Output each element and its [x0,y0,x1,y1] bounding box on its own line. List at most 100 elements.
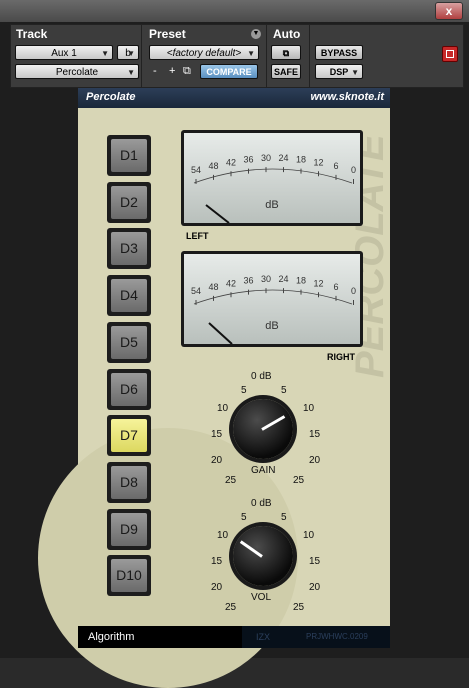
meter-tick-label: 36 [243,276,253,286]
algorithm-label: Algorithm [78,626,242,648]
footer-code: PRJWHWC.0209 [306,632,368,641]
plugin-name: Percolate [86,91,136,103]
preset-menu-icon[interactable]: ▼ [251,29,261,39]
delay-button-d7[interactable]: D7 [107,415,151,457]
delay-button-label: D4 [111,279,147,313]
track-select[interactable]: Aux 1 ▼ [15,45,113,60]
close-button[interactable]: x [435,2,463,20]
vol-scale-label: 20 [211,582,223,593]
gain-scale-label: 15 [309,429,321,440]
delay-button-d3[interactable]: D3 [107,228,151,270]
chevron-down-icon: ▼ [351,68,359,77]
delay-button-label: D6 [111,372,147,406]
delay-button-d2[interactable]: D2 [107,181,151,223]
plugin-topbar: Percolate www.sknote.it [78,88,390,108]
delay-button-d4[interactable]: D4 [107,275,151,317]
track-variant-select[interactable]: b ▼ [117,45,139,60]
divider [141,25,142,87]
vol-scale-label: 15 [309,556,321,567]
meter-tick-label: 24 [278,153,288,163]
delay-button-label: D10 [111,559,147,593]
meter-tick-label: 6 [333,282,338,292]
plugin-url: www.sknote.it [310,91,384,103]
left-meter-scale: 54 48 42 36 30 24 18 12 6 0 dB [191,153,356,224]
gain-knob-pointer [261,415,286,431]
chevron-down-icon: ▼ [127,68,135,77]
record-icon[interactable] [442,46,458,62]
plugin-select[interactable]: Percolate ▼ [15,64,139,79]
meter-face: 54 48 42 36 30 24 18 12 6 0 dB [184,133,360,224]
meter-tick-label: 48 [208,282,218,292]
track-select-value: Aux 1 [51,48,77,59]
gain-scale-label: 10 [217,403,229,414]
delay-button-d9[interactable]: D9 [107,508,151,550]
delay-button-label: D5 [111,325,147,359]
delay-button-label: D2 [111,185,147,219]
preset-label: Preset [149,27,186,41]
delay-button-d10[interactable]: D10 [107,555,151,597]
meter-tick-label: 12 [313,157,323,167]
right-meter-unit: dB [265,320,278,332]
delay-button-label: D1 [111,139,147,172]
copy-icon[interactable]: ⧉ [183,65,191,78]
gain-knob-section: 0 dB 5 10 15 20 25 5 10 15 20 25 GAIN [193,371,333,491]
safe-button[interactable]: SAFE [271,64,301,79]
plugin-select-value: Percolate [55,67,99,78]
vol-scale-label: 5 [241,512,247,523]
preset-select-value: <factory default> [166,48,242,59]
auto-label: Auto [273,27,301,41]
gain-scale-label: 25 [225,475,237,486]
preset-select[interactable]: <factory default> ▼ [149,45,259,60]
delay-button-label: D8 [111,465,147,499]
plugin-header: Track Preset Auto ▼ Aux 1 ▼ b ▼ Percolate ▼… [10,24,464,88]
delay-button-d5[interactable]: D5 [107,321,151,363]
preset-prev-button[interactable]: - [153,65,157,77]
gain-scale-label: 20 [309,455,321,466]
vol-scale-top: 0 dB [251,498,272,509]
right-meter: 54 48 42 36 30 24 18 12 6 0 dB [181,251,363,347]
auto-window-icon[interactable]: ⧉ [271,45,301,60]
delay-button-d6[interactable]: D6 [107,368,151,410]
right-label: RIGHT [327,352,355,362]
meter-tick-label: 54 [191,286,201,296]
gain-knob[interactable] [233,399,293,459]
meter-tick-label: 0 [351,286,356,296]
gain-scale-label: 10 [303,403,315,414]
left-meter-unit: dB [265,199,278,211]
meter-tick-label: 24 [278,274,288,284]
meter-tick-label: 18 [296,276,306,286]
gain-scale-label: 25 [293,475,305,486]
meter-face: 54 48 42 36 30 24 18 12 6 0 dB [184,254,360,345]
plugin-window: x Track Preset Auto ▼ Aux 1 ▼ b ▼ Percolat… [0,0,469,688]
gain-scale-label: 15 [211,429,223,440]
bypass-button[interactable]: BYPASS [315,45,363,60]
vol-knob-pointer [239,540,263,558]
gain-scale-label: 5 [281,385,287,396]
delay-button-d1[interactable]: D1 [107,135,151,176]
delay-button-label: D7 [111,419,147,453]
left-needle [205,204,230,224]
meter-tick-label: 30 [261,274,271,284]
chevron-down-icon: ▼ [101,49,109,58]
gain-scale-label: 20 [211,455,223,466]
divider [266,25,267,87]
meter-tick-label: 48 [208,161,218,171]
meter-tick-label: 18 [296,155,306,165]
preset-next-button[interactable]: + [169,65,175,77]
meter-tick-label: 54 [191,165,201,175]
left-meter: 54 48 42 36 30 24 18 12 6 0 dB [181,130,363,226]
meter-tick-label: 12 [313,278,323,288]
right-meter-scale: 54 48 42 36 30 24 18 12 6 0 dB [191,274,356,345]
vol-scale-label: 25 [225,602,237,613]
footer-text: IZX [256,632,271,642]
compare-button[interactable]: COMPARE [200,64,258,79]
meter-tick-label: 0 [351,165,356,175]
left-label: LEFT [186,231,209,241]
vol-knob[interactable] [233,526,293,586]
meter-tick-label: 36 [243,155,253,165]
plugin-panel: PERCOLATE Percolate www.sknote.it D1 D2 D3… [38,88,392,688]
right-needle [208,322,233,345]
dsp-select[interactable]: DSP ▼ [315,64,363,79]
delay-button-d8[interactable]: D8 [107,461,151,503]
vol-scale-label: 10 [303,530,315,541]
